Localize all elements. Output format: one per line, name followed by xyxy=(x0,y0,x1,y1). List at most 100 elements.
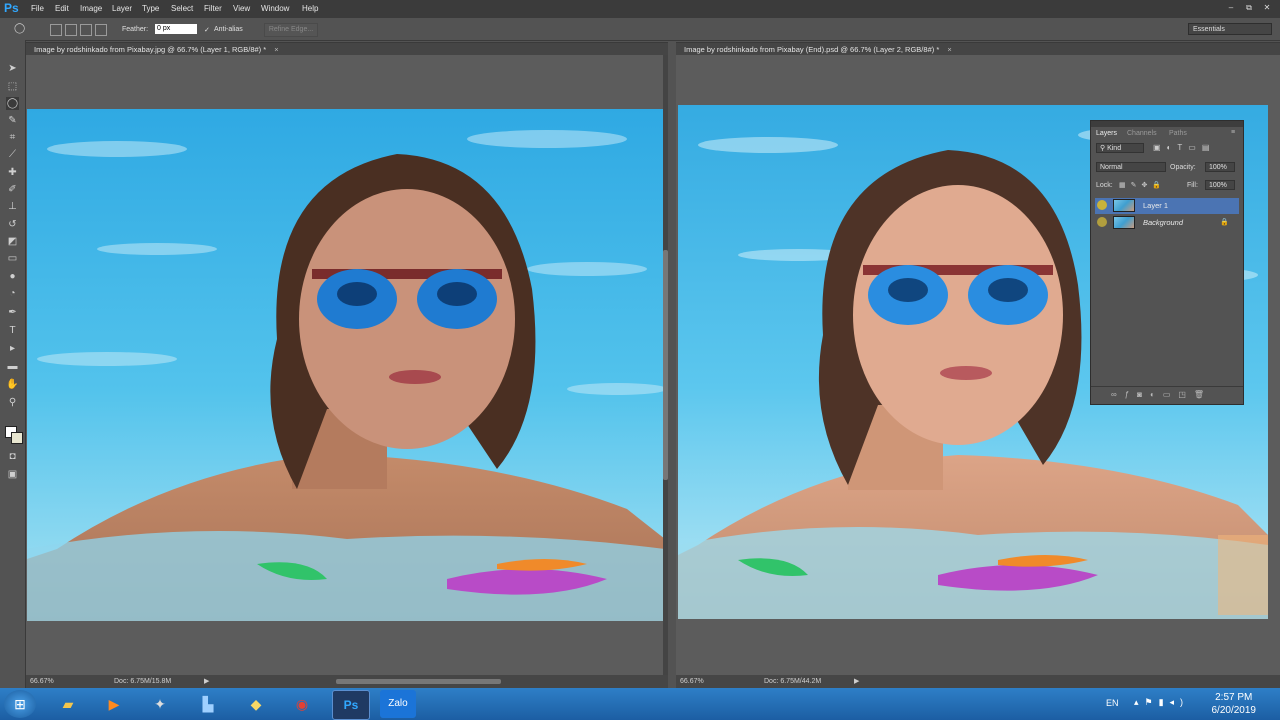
tab-channels[interactable]: Channels xyxy=(1127,130,1157,137)
filter-icons[interactable]: ▣◐T▭▤ xyxy=(1153,143,1215,152)
document-tab-title: Image by rodshinkado from Pixabay (End).… xyxy=(684,45,940,54)
tray-clock[interactable]: 2:57 PM 6/20/2019 xyxy=(1212,691,1257,717)
horizontal-scrollbar-thumb[interactable] xyxy=(336,679,501,684)
lock-options-icons[interactable]: ▦✎✥🔒 xyxy=(1119,181,1166,189)
antialias-checkbox[interactable]: ✓ xyxy=(204,26,210,34)
restore-button[interactable]: ⧉ xyxy=(1242,2,1256,13)
add-selection-icon[interactable] xyxy=(65,24,77,36)
eyedropper-tool-icon[interactable]: ⟋ xyxy=(6,148,19,161)
fill-input[interactable]: 100% xyxy=(1205,180,1235,190)
move-tool-icon[interactable]: ➤ xyxy=(6,62,19,75)
app-icon-2[interactable]: ▙ xyxy=(190,690,226,718)
layer-row-background[interactable]: Background 🔒 xyxy=(1095,215,1239,231)
sticky-notes-icon[interactable]: ◆ xyxy=(238,690,274,718)
menu-edit[interactable]: Edit xyxy=(55,4,69,13)
dodge-tool-icon[interactable]: ◔ xyxy=(6,287,19,300)
file-explorer-icon[interactable]: ▰ xyxy=(50,690,86,718)
lasso-tool-preset-icon[interactable]: ◯ xyxy=(14,23,25,34)
filter-kind-select[interactable]: ⚲ Kind xyxy=(1096,143,1144,153)
layer-name[interactable]: Background xyxy=(1143,218,1183,227)
layer-thumbnail xyxy=(1113,199,1135,212)
vertical-scrollbar[interactable] xyxy=(663,55,668,675)
zalo-icon[interactable]: Zalo xyxy=(380,690,416,718)
clock-date: 6/20/2019 xyxy=(1211,705,1257,716)
zoom-tool-icon[interactable]: ⚲ xyxy=(6,396,19,409)
history-brush-tool-icon[interactable]: ↺ xyxy=(6,218,19,231)
type-tool-icon[interactable]: T xyxy=(6,324,19,337)
menu-window[interactable]: Window xyxy=(261,4,289,13)
visibility-eye-icon[interactable] xyxy=(1097,217,1107,227)
blend-mode-select[interactable]: Normal xyxy=(1096,162,1166,172)
document-tab-2[interactable]: Image by rodshinkado from Pixabay (End).… xyxy=(676,42,1280,55)
antialias-label: Anti-alias xyxy=(214,26,243,33)
zoom-level[interactable]: 66.67% xyxy=(680,675,704,688)
status-menu-arrow-icon[interactable]: ▶ xyxy=(204,675,209,688)
photoshop-taskbar-icon[interactable]: Ps xyxy=(332,690,370,720)
eraser-tool-icon[interactable]: ◩ xyxy=(6,235,19,248)
workspace-select[interactable]: Essentials xyxy=(1188,23,1272,35)
new-selection-icon[interactable] xyxy=(50,24,62,36)
menu-help[interactable]: Help xyxy=(302,4,318,13)
layer-footer-icons[interactable]: ∞ƒ◙◐▭◳🗑 xyxy=(1111,390,1212,399)
start-button[interactable]: ⊞ xyxy=(4,690,36,718)
menu-file[interactable]: File xyxy=(31,4,44,13)
opacity-input[interactable]: 100% xyxy=(1205,162,1235,172)
pen-tool-icon[interactable]: ✒ xyxy=(6,306,19,319)
chrome-icon[interactable]: ◉ xyxy=(284,690,320,718)
intersect-selection-icon[interactable] xyxy=(95,24,107,36)
layer-name[interactable]: Layer 1 xyxy=(1143,201,1168,210)
layers-footer: ∞ƒ◙◐▭◳🗑 xyxy=(1091,386,1243,405)
close-tab-icon[interactable]: × xyxy=(274,45,278,54)
gradient-tool-icon[interactable]: ▭ xyxy=(6,252,19,265)
visibility-eye-icon[interactable] xyxy=(1097,200,1107,210)
quick-mask-icon[interactable]: ◘ xyxy=(6,450,19,463)
document-tab-1[interactable]: Image by rodshinkado from Pixabay.jpg @ … xyxy=(26,42,668,55)
menu-layer[interactable]: Layer xyxy=(112,4,132,13)
zoom-level[interactable]: 66.67% xyxy=(30,675,54,688)
layers-panel: Layers Channels Paths ≡ ⚲ Kind ▣◐T▭▤ Nor… xyxy=(1090,120,1244,405)
healing-brush-tool-icon[interactable]: ✚ xyxy=(6,166,19,179)
clone-stamp-tool-icon[interactable]: ⊥ xyxy=(6,200,19,213)
marquee-tool-icon[interactable]: ⬚ xyxy=(6,80,19,93)
photo-canvas[interactable] xyxy=(27,109,665,621)
close-tab-icon[interactable]: × xyxy=(947,45,951,54)
subtract-selection-icon[interactable] xyxy=(80,24,92,36)
window-controls: – ⧉ ✕ xyxy=(1224,2,1274,13)
refine-edge-button[interactable]: Refine Edge... xyxy=(264,23,318,37)
quick-select-tool-icon[interactable]: ✎ xyxy=(6,114,19,127)
tab-layers[interactable]: Layers xyxy=(1096,130,1117,137)
panel-menu-icon[interactable]: ≡ xyxy=(1231,129,1235,136)
menu-image[interactable]: Image xyxy=(80,4,102,13)
layer-thumbnail xyxy=(1113,216,1135,229)
status-menu-arrow-icon[interactable]: ▶ xyxy=(854,675,859,688)
path-selection-tool-icon[interactable]: ▸ xyxy=(6,342,19,355)
menu-select[interactable]: Select xyxy=(171,4,193,13)
lasso-tool-icon[interactable]: ◯ xyxy=(6,97,19,110)
crop-tool-icon[interactable]: ⌗ xyxy=(6,131,19,144)
shape-tool-icon[interactable]: ▬ xyxy=(6,360,19,373)
clock-time: 2:57 PM xyxy=(1215,692,1253,703)
language-indicator[interactable]: EN xyxy=(1106,698,1119,708)
minimize-button[interactable]: – xyxy=(1224,2,1238,13)
hand-tool-icon[interactable]: ✋ xyxy=(6,378,19,391)
document-info[interactable]: Doc: 6.75M/44.2M xyxy=(764,675,821,688)
brush-tool-icon[interactable]: ✐ xyxy=(6,183,19,196)
menu-filter[interactable]: Filter xyxy=(204,4,222,13)
system-tray-icons[interactable]: ▴⚑▮◂) xyxy=(1134,697,1189,708)
document-canvas-area-1[interactable] xyxy=(26,55,668,675)
background-color-swatch[interactable] xyxy=(11,432,23,444)
media-player-icon[interactable]: ▶ xyxy=(96,690,132,718)
menu-type[interactable]: Type xyxy=(142,4,159,13)
layer-row-layer-1[interactable]: Layer 1 xyxy=(1095,198,1239,214)
document-info[interactable]: Doc: 6.75M/15.8M xyxy=(114,675,171,688)
menu-view[interactable]: View xyxy=(233,4,250,13)
tab-paths[interactable]: Paths xyxy=(1169,130,1187,137)
scrollbar-thumb[interactable] xyxy=(663,250,668,480)
status-bar-1: 66.67% Doc: 6.75M/15.8M ▶ xyxy=(26,675,668,688)
blur-tool-icon[interactable]: ● xyxy=(6,270,19,283)
panel-title-bar[interactable] xyxy=(1091,121,1243,127)
close-button[interactable]: ✕ xyxy=(1260,2,1274,13)
feather-input[interactable]: 0 px xyxy=(155,24,197,34)
app-icon-1[interactable]: ✦ xyxy=(142,690,178,718)
screen-mode-icon[interactable]: ▣ xyxy=(6,468,19,481)
